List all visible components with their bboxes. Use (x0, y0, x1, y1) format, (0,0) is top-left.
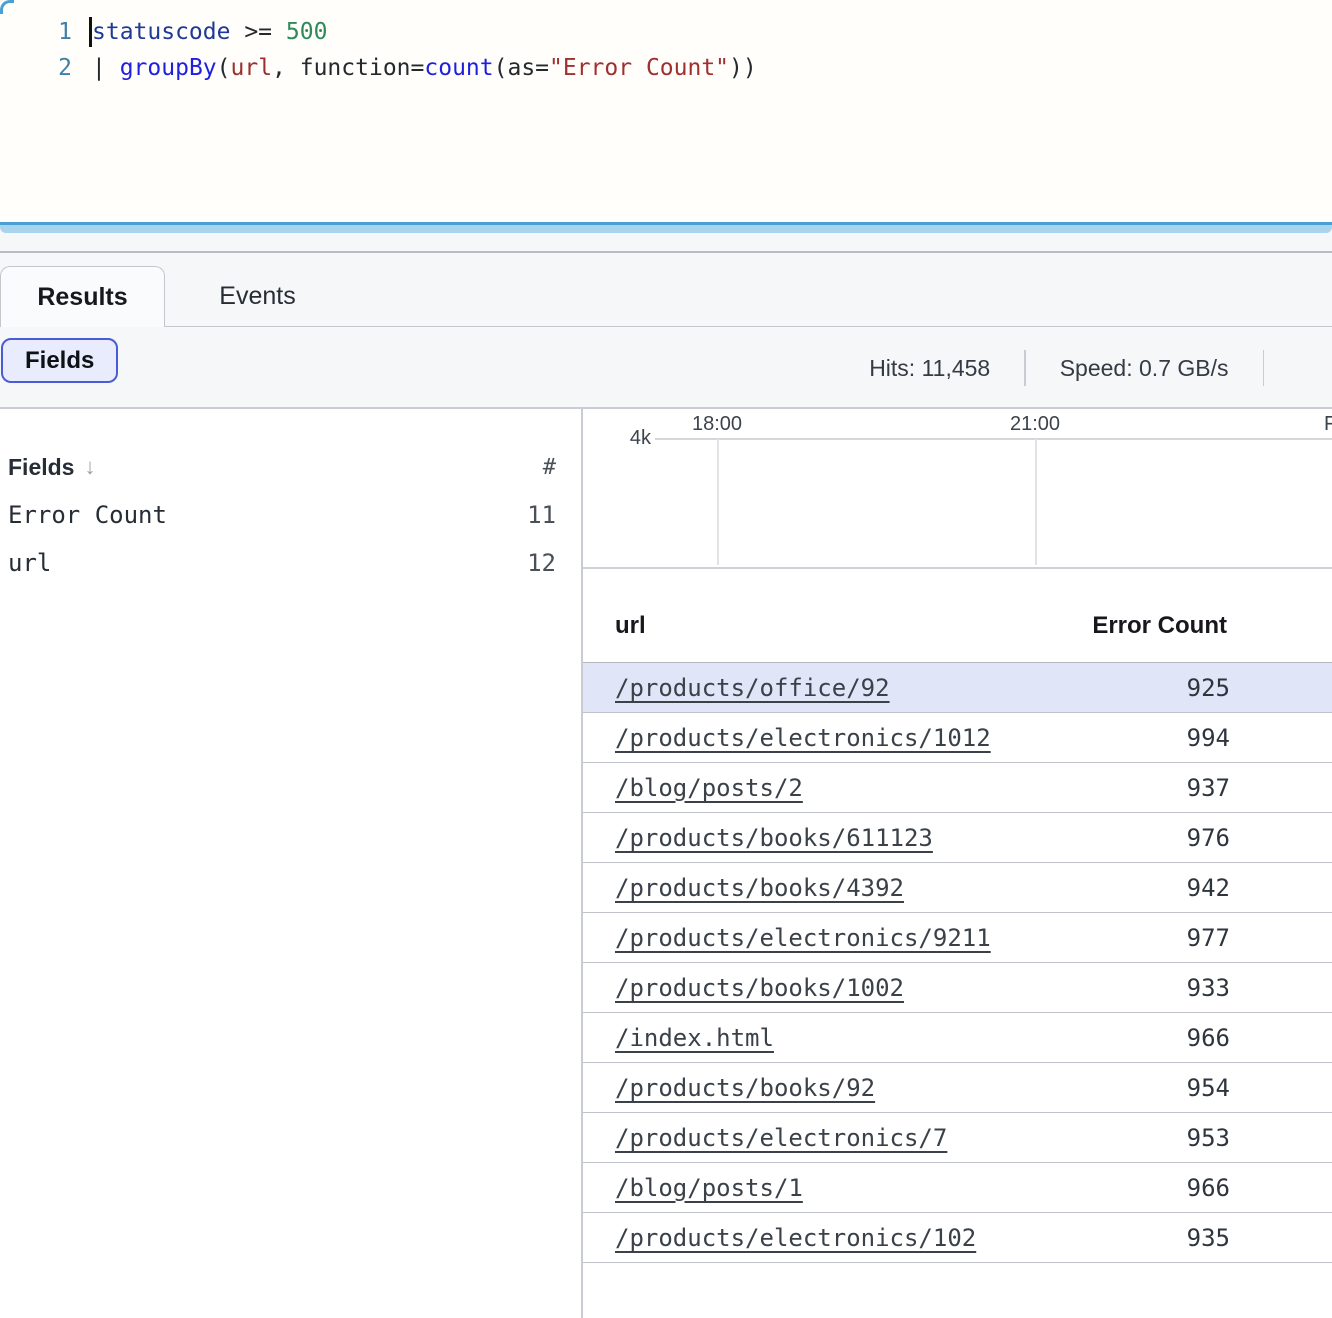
url-link[interactable]: /products/books/1002 (583, 974, 904, 1002)
error-count-value: 933 (1187, 974, 1332, 1002)
hits-stat: Hits: 11,458 (869, 355, 990, 382)
results-toolbar: Fields Hits: 11,458 Speed: 0.7 GB/s (0, 329, 1332, 409)
code-token: ( (217, 55, 231, 81)
code-token: groupBy (120, 55, 217, 81)
fields-count-column-header: # (543, 455, 556, 480)
error-count-value: 966 (1187, 1174, 1332, 1202)
timeline-gridline-vertical (717, 439, 719, 565)
code-text[interactable]: | groupBy(url, function=count(as="Error … (72, 50, 757, 86)
timeline-x-tick: 18:00 (692, 413, 742, 436)
event-timeline-chart[interactable]: 4k 18:00 21:00 F (583, 409, 1332, 569)
url-link[interactable]: /products/electronics/102 (583, 1224, 976, 1252)
table-row[interactable]: /products/electronics/7 953 (583, 1113, 1332, 1163)
error-count-value: 935 (1187, 1224, 1332, 1252)
editor-line[interactable]: 2| groupBy(url, function=count(as="Error… (0, 50, 1332, 86)
table-row[interactable]: /index.html 966 (583, 1013, 1332, 1063)
sort-descending-icon[interactable]: ↓ (84, 454, 95, 480)
code-token: (as= (494, 55, 549, 81)
editor-bottom-accent-bar (0, 222, 1332, 233)
speed-stat: Speed: 0.7 GB/s (1060, 355, 1229, 382)
stats-divider (1263, 350, 1265, 386)
timeline-gridline-vertical (1035, 439, 1037, 565)
results-tabbar: Results Events (0, 253, 1332, 329)
fields-button[interactable]: Fields (1, 338, 118, 383)
field-row[interactable]: url 12 (8, 539, 556, 587)
table-row[interactable]: /products/electronics/9211 977 (583, 913, 1332, 963)
url-link[interactable]: /index.html (583, 1024, 774, 1052)
timeline-x-tick: F (1324, 413, 1332, 436)
query-editor-lines[interactable]: 1statuscode >= 5002| groupBy(url, functi… (0, 14, 1332, 86)
error-count-value: 966 (1187, 1024, 1332, 1052)
fields-button-label: Fields (25, 347, 94, 375)
error-count-value: 942 (1187, 874, 1332, 902)
timeline-x-tick: 21:00 (1010, 413, 1060, 436)
timeline-gridline-horizontal (655, 438, 1332, 440)
url-link[interactable]: /products/electronics/9211 (583, 924, 991, 952)
error-count-value: 994 (1187, 724, 1332, 752)
column-header-url[interactable]: url (583, 612, 646, 662)
url-link[interactable]: /products/electronics/1012 (583, 724, 991, 752)
timeline-y-tick: 4k (583, 427, 651, 450)
results-table: url Error Count /products/office/92 925/p… (583, 569, 1332, 1263)
table-row[interactable]: /products/books/611123 976 (583, 813, 1332, 863)
code-token: "Error Count" (549, 55, 729, 81)
line-number: 1 (0, 14, 72, 50)
code-token: , function= (272, 55, 424, 81)
editor-line[interactable]: 1statuscode >= 500 (0, 14, 1332, 50)
tabbar-baseline (165, 326, 1332, 327)
error-count-value: 953 (1187, 1124, 1332, 1152)
url-link[interactable]: /products/books/92 (583, 1074, 875, 1102)
code-token: )) (729, 55, 757, 81)
field-name[interactable]: url (8, 549, 51, 577)
table-row[interactable]: /products/books/92 954 (583, 1063, 1332, 1113)
field-distinct-count: 11 (527, 501, 556, 529)
column-header-error-count[interactable]: Error Count (1092, 612, 1332, 662)
error-count-value: 977 (1187, 924, 1332, 952)
error-count-value: 937 (1187, 774, 1332, 802)
error-count-value: 976 (1187, 824, 1332, 852)
table-row[interactable]: /products/books/1002 933 (583, 963, 1332, 1013)
results-content: Fields ↓ # Error Count 11 url 12 4k 18:00 21… (0, 409, 1332, 1318)
url-link[interactable]: /products/books/4392 (583, 874, 904, 902)
code-token: count (424, 55, 493, 81)
stats-divider (1024, 350, 1026, 386)
url-link[interactable]: /blog/posts/1 (583, 1174, 803, 1202)
code-token: | (92, 55, 120, 81)
field-row[interactable]: Error Count 11 (8, 491, 556, 539)
code-token: 500 (286, 19, 328, 45)
code-token: url (231, 55, 273, 81)
tab-events[interactable]: Events (165, 266, 350, 326)
error-count-value: 954 (1187, 1074, 1332, 1102)
line-number: 2 (0, 50, 72, 86)
tab-results-label: Results (37, 283, 127, 312)
fields-list: Error Count 11 url 12 (8, 491, 556, 587)
table-row[interactable]: /products/electronics/1012 994 (583, 713, 1332, 763)
section-divider (0, 233, 1332, 253)
editor-focus-border (0, 0, 14, 14)
fields-panel: Fields ↓ # Error Count 11 url 12 (0, 409, 581, 1318)
table-row[interactable]: /products/electronics/102 935 (583, 1213, 1332, 1263)
text-caret (89, 17, 92, 47)
url-link[interactable]: /products/books/611123 (583, 824, 933, 852)
table-row[interactable]: /products/books/4392 942 (583, 863, 1332, 913)
code-token: statuscode (92, 19, 230, 45)
tab-results[interactable]: Results (0, 266, 165, 327)
fields-panel-header: Fields ↓ # (8, 447, 556, 487)
query-editor[interactable]: 1statuscode >= 5002| groupBy(url, functi… (0, 0, 1332, 222)
table-row[interactable]: /products/office/92 925 (583, 663, 1332, 713)
url-link[interactable]: /products/office/92 (583, 674, 890, 702)
url-link[interactable]: /products/electronics/7 (583, 1124, 947, 1152)
field-name[interactable]: Error Count (8, 501, 167, 529)
results-table-header: url Error Count (583, 569, 1332, 663)
table-row[interactable]: /blog/posts/2 937 (583, 763, 1332, 813)
fields-panel-title: Fields (8, 454, 74, 481)
url-link[interactable]: /blog/posts/2 (583, 774, 803, 802)
query-stats: Hits: 11,458 Speed: 0.7 GB/s (869, 329, 1332, 407)
code-token: >= (230, 19, 285, 45)
field-distinct-count: 12 (527, 549, 556, 577)
error-count-value: 925 (1187, 674, 1332, 702)
code-text[interactable]: statuscode >= 500 (72, 14, 327, 50)
tab-events-label: Events (219, 282, 295, 311)
table-row[interactable]: /blog/posts/1 966 (583, 1163, 1332, 1213)
